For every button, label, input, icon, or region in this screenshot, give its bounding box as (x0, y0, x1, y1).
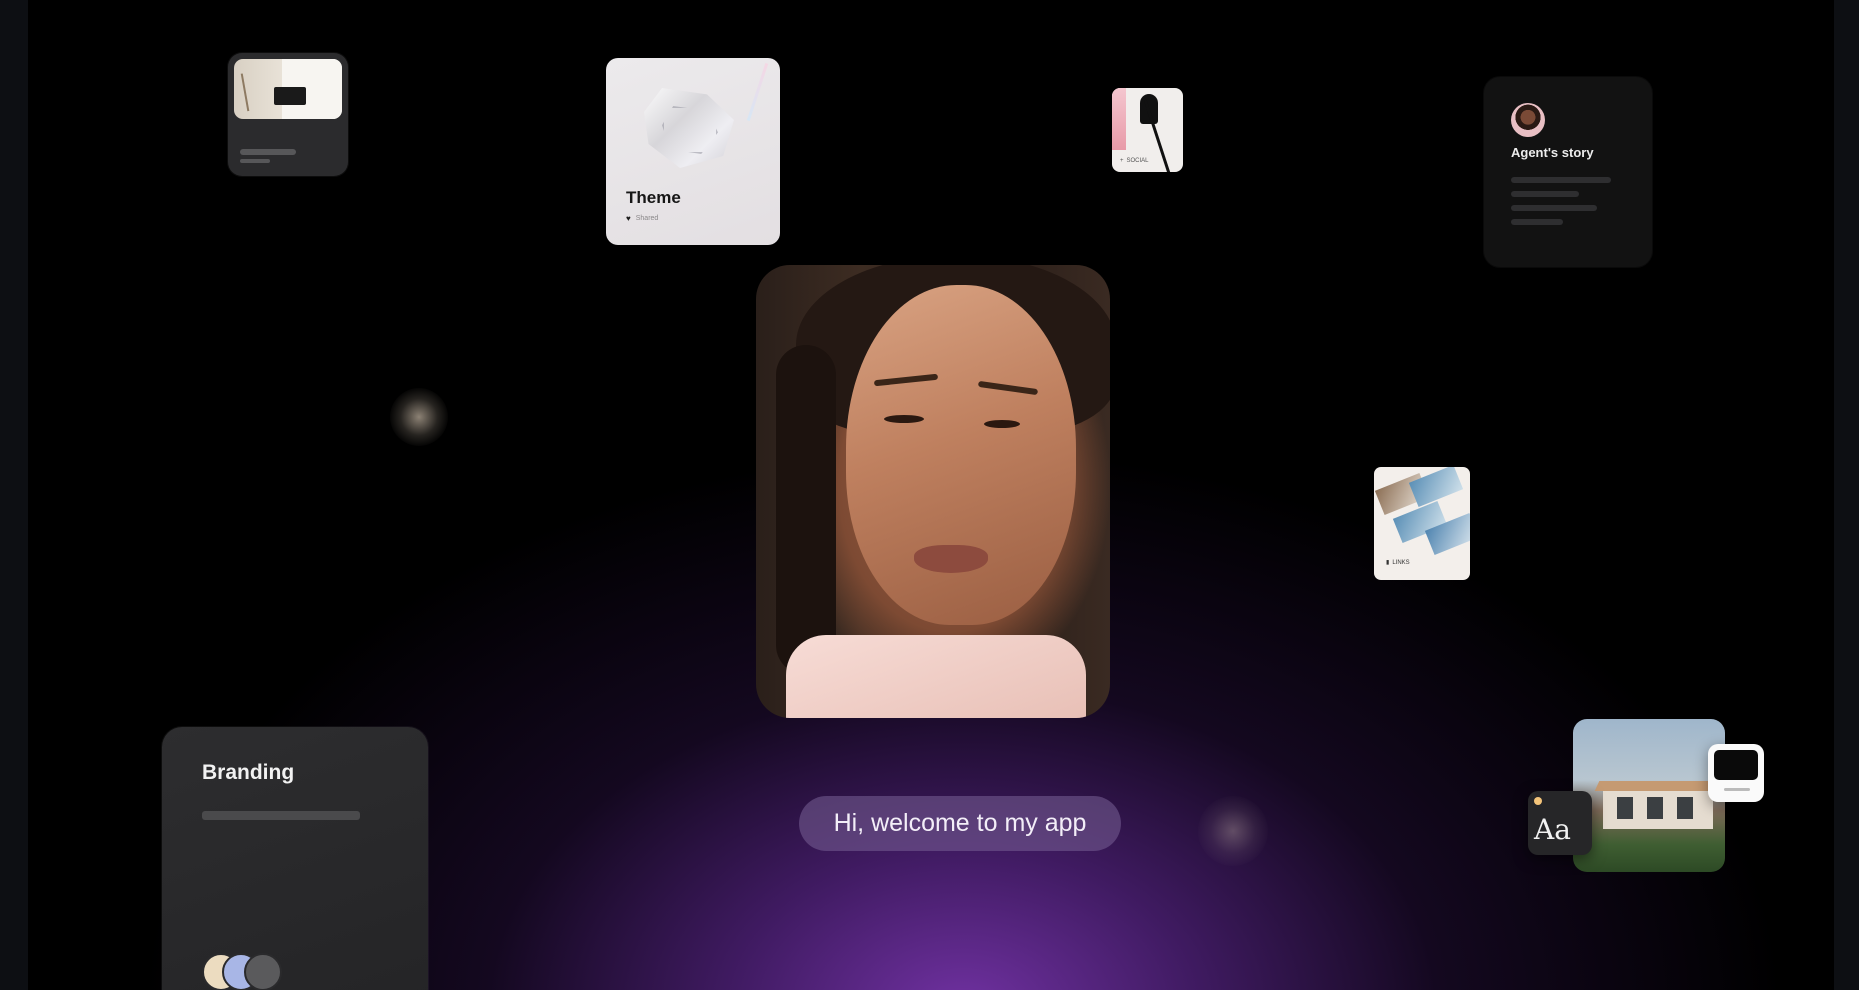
theme-title: Theme (626, 188, 681, 207)
text-placeholder-bar (1511, 177, 1611, 183)
text-placeholder-bar (240, 159, 270, 163)
portrait-video[interactable] (756, 265, 1110, 718)
text-placeholder-bar (1511, 219, 1563, 225)
status-dot (1534, 797, 1542, 805)
gallery-thumbnail (234, 59, 342, 119)
screen-icon (1714, 750, 1758, 780)
agent-story-title: Agent's story (1511, 145, 1594, 160)
color-swatch[interactable] (244, 953, 282, 990)
heart-icon: ♥ (626, 214, 631, 223)
gallery-card[interactable] (228, 53, 348, 176)
theme-subtitle-text: Shared (635, 215, 659, 222)
shirt (786, 635, 1086, 718)
branding-card[interactable]: Branding (162, 727, 428, 990)
links-label: ▮ LINKS (1386, 559, 1410, 567)
text-placeholder-bar (1511, 191, 1579, 197)
bookmark-icon: ▮ (1386, 560, 1390, 566)
soft-light-glow (1198, 796, 1268, 866)
links-card[interactable]: ▮ LINKS (1374, 467, 1470, 580)
soft-light-glow (390, 388, 448, 446)
face (846, 285, 1076, 625)
text-placeholder-bar (202, 811, 360, 820)
theme-subtitle: ♥ Shared (626, 214, 658, 223)
agent-story-card[interactable]: Agent's story (1484, 77, 1652, 267)
font-card[interactable]: Aa (1528, 791, 1592, 855)
font-sample: Aa (1534, 813, 1571, 846)
branding-title: Branding (202, 761, 295, 784)
screen-card[interactable] (1708, 744, 1764, 802)
text-placeholder-bar (1511, 205, 1597, 211)
avatar (1511, 103, 1545, 137)
app-canvas: Theme ♥ Shared + SOCIAL Agent's story ▮ … (28, 0, 1834, 990)
social-card[interactable]: + SOCIAL (1112, 88, 1183, 172)
social-label: + SOCIAL (1120, 158, 1149, 164)
plus-icon: + (1120, 158, 1124, 164)
lips (914, 545, 988, 573)
text-placeholder-bar (240, 149, 296, 155)
house-photo-card[interactable] (1573, 719, 1725, 872)
theme-card[interactable]: Theme ♥ Shared (606, 58, 780, 245)
welcome-message: Hi, welcome to my app (799, 796, 1121, 851)
